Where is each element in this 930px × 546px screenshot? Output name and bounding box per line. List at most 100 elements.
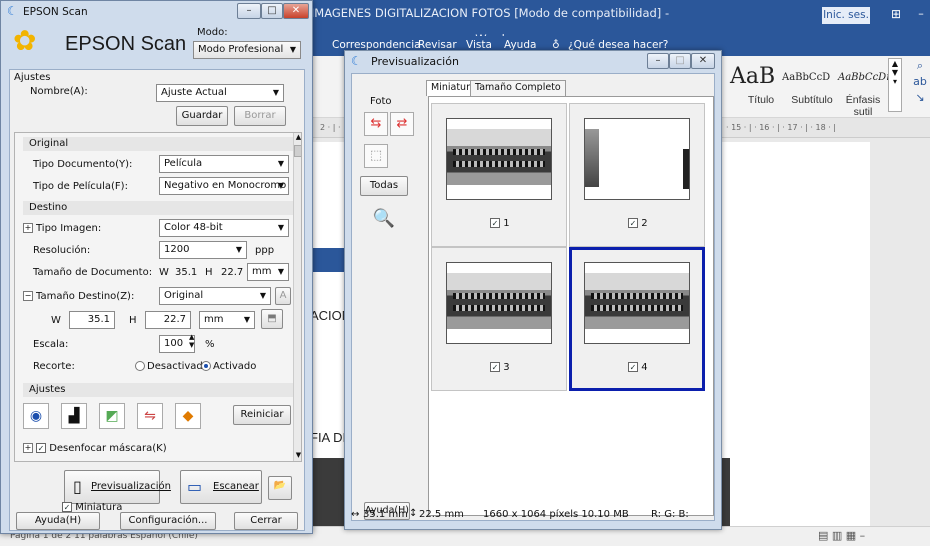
- ruler-left: 2 · | ·: [320, 123, 341, 132]
- histogram-icon[interactable]: ▟: [61, 403, 87, 429]
- color-palette-icon[interactable]: ◆: [175, 403, 201, 429]
- ayuda-button[interactable]: Ayuda(H): [16, 512, 100, 530]
- lock-aspect-button[interactable]: A: [275, 287, 291, 305]
- doc-unit-select[interactable]: mm ▼: [247, 263, 289, 281]
- trimming-icon[interactable]: ⬒: [261, 309, 283, 329]
- epson-header: ✿ EPSON Scan Modo: Modo Profesional ▼: [9, 23, 305, 67]
- reiniciar-button[interactable]: Reiniciar: [233, 405, 291, 425]
- settings-scrollbar[interactable]: ▲ ▼: [293, 133, 302, 461]
- thumbnail-checkbox[interactable]: ✓ 4: [628, 362, 648, 373]
- percent-label: %: [205, 339, 215, 350]
- chevron-down-icon: ▼: [272, 88, 279, 97]
- section-original: Original: [23, 137, 293, 151]
- nombre-select[interactable]: Ajuste Actual ▼: [156, 84, 284, 102]
- ppp-label: ppp: [255, 245, 275, 256]
- sign-in-button[interactable]: Inic. ses.: [822, 7, 870, 24]
- style-enfasis-sutil[interactable]: AaBbCcDı Énfasis sutil: [836, 58, 890, 118]
- pixel-size: 1660 x 1064 píxels 10.10 MB: [483, 509, 629, 520]
- tipo-documento-label: Tipo Documento(Y):: [33, 159, 133, 170]
- escala-label: Escala:: [33, 339, 69, 350]
- minimize-icon[interactable]: –: [237, 3, 261, 19]
- zoom-icon[interactable]: 🔍: [372, 208, 396, 232]
- styles-scroll-icon[interactable]: ▲ ▼ ▾: [888, 58, 902, 112]
- mode-select[interactable]: Modo Profesional ▼: [193, 41, 301, 59]
- thumbnail-checkbox[interactable]: ✓ 1: [490, 218, 510, 229]
- recorte-desactivado-radio[interactable]: Desactivado: [135, 361, 209, 372]
- image-adjust-icon[interactable]: ⇋: [137, 403, 163, 429]
- section-destino: Destino: [23, 201, 293, 215]
- tone-curve-icon[interactable]: ◩: [99, 403, 125, 429]
- dest-unit-select[interactable]: mm ▼: [199, 311, 255, 329]
- thumbnail-2[interactable]: ✓ 2: [569, 103, 705, 247]
- thumbnail-checkbox[interactable]: ✓ 2: [628, 218, 648, 229]
- tamano-documento-label: Tamaño de Documento:: [33, 267, 153, 278]
- preview-window: ☾ Previsualización – □ ✕ Foto ⇆ ⇄ ⬚ Toda…: [344, 50, 722, 530]
- tipo-imagen-select[interactable]: Color 48-bit ▼: [159, 219, 289, 237]
- close-icon[interactable]: ✕: [283, 3, 309, 19]
- tab-tamano-completo[interactable]: Tamaño Completo: [470, 80, 566, 96]
- tipo-pelicula-select[interactable]: Negativo en Monocromo ▼: [159, 177, 289, 195]
- thumbnail-3[interactable]: ✓ 3: [431, 247, 567, 391]
- guardar-button[interactable]: Guardar: [176, 106, 228, 126]
- chevron-down-icon: ▼: [235, 245, 242, 254]
- maximize-icon[interactable]: □: [669, 53, 691, 69]
- settings-scroll-area[interactable]: Original Tipo Documento(Y): Película ▼ Ti…: [14, 132, 302, 462]
- marquee-icon[interactable]: ⬚: [364, 144, 388, 168]
- document-icon: ▯: [73, 477, 82, 496]
- borrar-button[interactable]: Borrar: [234, 106, 286, 126]
- preview-tabs: Miniatura Tamaño Completo: [426, 78, 666, 96]
- recorte-label: Recorte:: [33, 361, 75, 372]
- doc-width-value: 35.1: [175, 267, 198, 278]
- auto-locate-icon[interactable]: ⇆: [364, 112, 388, 136]
- adjustment-tools: ◉ ▟ ◩ ⇋ ◆ Reiniciar: [23, 403, 293, 433]
- thumbnail-4-selected[interactable]: ✓ 4: [569, 247, 705, 391]
- dest-height-input[interactable]: 22.7: [145, 311, 191, 329]
- configuracion-button[interactable]: Configuración...: [120, 512, 216, 530]
- rotate-flip-icon[interactable]: ⇄: [390, 112, 414, 136]
- close-icon[interactable]: ✕: [691, 53, 715, 69]
- chevron-down-icon: ▼: [277, 267, 284, 276]
- thumbnail-checkbox[interactable]: ✓ 3: [490, 362, 510, 373]
- previsualizacion-button[interactable]: ▯ Previsualización: [64, 470, 171, 504]
- tamano-destino-label[interactable]: − Tamaño Destino(Z):: [23, 291, 134, 302]
- recorte-activado-radio[interactable]: Activado: [201, 361, 256, 372]
- ruler-right: · 15 · | · 16 · | · 17 · | · 18 · |: [726, 123, 836, 132]
- find-replace-icon[interactable]: ⌕ ab ↘: [912, 58, 928, 106]
- thumbnail-image: [584, 118, 690, 200]
- cerrar-button[interactable]: Cerrar: [234, 512, 298, 530]
- tipo-imagen-label[interactable]: + Tipo Imagen:: [23, 223, 101, 234]
- chevron-down-icon: ▼: [277, 181, 284, 190]
- thumbnail-panel: ✓ 1 ✓ 2 ✓ 3 ✓ 4: [428, 96, 714, 516]
- resolucion-select[interactable]: 1200 ▼: [159, 241, 247, 259]
- thumbnail-image: [446, 118, 552, 200]
- size-width: 35.1 mm: [363, 509, 408, 520]
- view-icons[interactable]: ▤ ▥ ▦ –: [818, 529, 865, 542]
- chevron-down-icon: ▼: [243, 315, 250, 324]
- epson-logo-text: EPSON Scan: [65, 33, 187, 55]
- tipo-documento-select[interactable]: Película ▼: [159, 155, 289, 173]
- preview-titlebar[interactable]: ☾ Previsualización – □ ✕: [345, 51, 721, 73]
- rgb-readout: R: G: B:: [651, 509, 689, 520]
- tamano-destino-select[interactable]: Original ▼: [159, 287, 271, 305]
- escala-spinner-icon[interactable]: ▲ ▼: [189, 333, 194, 349]
- thumbnail-1[interactable]: ✓ 1: [431, 103, 567, 247]
- todas-button[interactable]: Todas: [360, 176, 408, 196]
- escanear-button[interactable]: ▭ Escanear: [180, 470, 262, 504]
- auto-exposure-icon[interactable]: ◉: [23, 403, 49, 429]
- scroll-up-icon: ▲: [295, 133, 302, 141]
- maximize-icon[interactable]: □: [261, 3, 283, 19]
- minimize-icon[interactable]: –: [647, 53, 669, 69]
- minimize-icon[interactable]: –: [912, 6, 930, 22]
- style-subtitulo[interactable]: AaBbCcD Subtítulo: [780, 58, 844, 116]
- scroll-thumb: [294, 145, 301, 157]
- nombre-label: Nombre(A):: [30, 86, 88, 97]
- epson-titlebar[interactable]: ☾ EPSON Scan – □ ✕: [1, 1, 312, 23]
- height-icon: ↕: [409, 508, 418, 519]
- file-save-settings-icon[interactable]: 📂: [268, 476, 292, 500]
- desenfocar-mascara-option[interactable]: + ✓ Desenfocar máscara(K): [23, 443, 167, 454]
- epson-app-icon: ☾: [351, 54, 362, 68]
- expand-icon: +: [23, 443, 33, 453]
- epson-scan-window: ☾ EPSON Scan – □ ✕ ✿ EPSON Scan Modo: Mo…: [0, 0, 313, 534]
- dest-width-input[interactable]: 35.1: [69, 311, 115, 329]
- ribbon-display-icon[interactable]: ⊞: [888, 6, 904, 22]
